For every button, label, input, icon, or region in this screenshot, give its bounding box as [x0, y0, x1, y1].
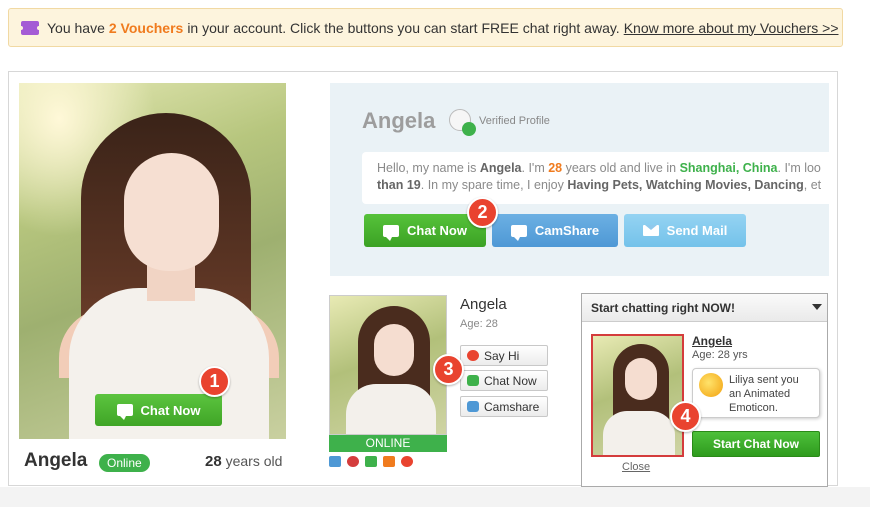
voucher-banner: You have 2 Vouchers in your account. Cli… — [8, 8, 843, 47]
say-hi-icon — [467, 350, 479, 361]
verified-check-icon — [449, 109, 476, 136]
chat-widget-header[interactable]: Start chatting right NOW! — [582, 294, 827, 322]
small-camshare-button[interactable]: Camshare — [460, 396, 548, 417]
chat-widget-age: Age: 28 yrs — [692, 349, 748, 361]
small-camshare-label: Camshare — [484, 399, 540, 414]
profile-info-panel: Angela Verified Profile Hello, my name i… — [330, 83, 829, 276]
profile-card: Chat Now 1 Angela Online 28 years old An… — [8, 71, 838, 487]
camshare-icon — [510, 224, 527, 241]
emoticon-icon — [699, 373, 723, 397]
age-suffix: years old — [225, 453, 283, 469]
chat-widget-photo[interactable] — [591, 334, 684, 457]
chevron-down-icon[interactable] — [812, 304, 822, 310]
small-profile-name: Angela — [460, 296, 507, 313]
flower-icon[interactable] — [347, 456, 359, 467]
camshare-button[interactable]: CamShare — [492, 214, 618, 247]
voucher-prefix: You have — [47, 19, 105, 36]
step-badge-2: 2 — [467, 197, 498, 228]
voucher-count: 2 Vouchers — [108, 19, 184, 36]
chat-widget-name[interactable]: Angela — [692, 334, 732, 348]
small-profile-photo[interactable] — [329, 295, 447, 435]
online-strip: ONLINE — [329, 435, 447, 452]
emoticon-notice: Liliya sent you an Animated Emoticon. — [692, 368, 820, 418]
verified-label: Verified Profile — [479, 115, 550, 127]
step-badge-3: 3 — [433, 354, 464, 385]
emoticon-notice-text: Liliya sent you an Animated Emoticon. — [729, 374, 799, 414]
profile-bio: Hello, my name is Angela. I'm 28 years o… — [362, 152, 829, 204]
mail-icon[interactable] — [329, 456, 341, 467]
chat-now-label: Chat Now — [407, 223, 467, 238]
chat-invite-widget: Start chatting right NOW! Angela Age: 28… — [581, 293, 828, 487]
ticket-icon — [19, 20, 41, 35]
say-hi-button[interactable]: Say Hi — [460, 345, 548, 366]
profile-name: Angela — [24, 450, 88, 471]
quick-action-icons — [329, 456, 413, 467]
camshare-icon — [467, 401, 479, 412]
send-mail-label: Send Mail — [666, 223, 728, 238]
small-profile-age: Age: 28 — [460, 318, 498, 330]
info-name: Angela — [362, 108, 436, 133]
photo-chat-now-button[interactable]: Chat Now — [95, 394, 222, 426]
gift-icon[interactable] — [383, 456, 395, 467]
chat-widget-title: Start chatting right NOW! — [591, 301, 735, 315]
say-hi-label: Say Hi — [484, 348, 520, 363]
vouchers-info-link[interactable]: Know more about my Vouchers >> — [624, 20, 839, 36]
chat-bubble-icon — [383, 224, 400, 241]
heart-icon[interactable] — [401, 456, 413, 467]
envelope-icon — [642, 225, 659, 236]
close-link[interactable]: Close — [622, 461, 650, 473]
small-chat-now-label: Chat Now — [484, 373, 537, 388]
chat-bubble-icon — [116, 404, 133, 420]
phone-icon[interactable] — [365, 456, 377, 467]
camshare-label: CamShare — [534, 223, 600, 238]
page-bottom-band — [0, 487, 870, 507]
age-number: 28 — [205, 453, 222, 470]
send-mail-button[interactable]: Send Mail — [624, 214, 746, 247]
online-status-badge: Online — [99, 454, 150, 472]
photo-chat-now-label: Chat Now — [140, 402, 201, 418]
main-profile-photo[interactable]: Chat Now 1 — [19, 83, 286, 439]
chat-bubble-icon — [467, 375, 479, 386]
profile-age: 28 years old — [205, 453, 282, 470]
start-chat-now-button[interactable]: Start Chat Now — [692, 431, 820, 457]
voucher-suffix: in your account. Click the buttons you c… — [187, 19, 620, 36]
step-badge-1: 1 — [199, 366, 230, 397]
step-badge-4: 4 — [670, 401, 701, 432]
small-chat-now-button[interactable]: Chat Now — [460, 370, 548, 391]
